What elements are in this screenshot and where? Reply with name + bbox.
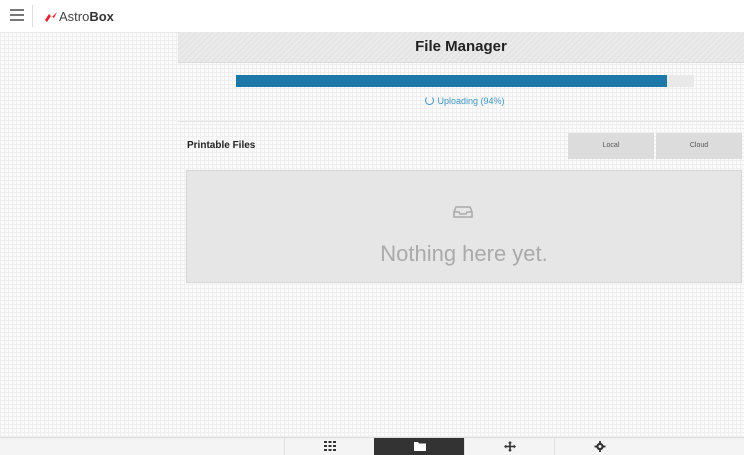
divider bbox=[32, 5, 33, 27]
move-icon bbox=[504, 441, 516, 452]
logo[interactable]: AstroBox bbox=[44, 9, 114, 24]
spinner-icon bbox=[425, 96, 435, 105]
nav-move-button[interactable] bbox=[464, 438, 554, 455]
upload-status-text: Uploading (94%) bbox=[437, 96, 505, 106]
nav-files-button[interactable] bbox=[374, 438, 464, 455]
upload-progress-fill bbox=[236, 75, 667, 87]
tray-icon bbox=[453, 205, 473, 218]
nav-settings-button[interactable] bbox=[554, 438, 644, 455]
printable-files-heading: Printable Files bbox=[187, 140, 256, 151]
bottom-nav bbox=[0, 437, 744, 455]
nav-grid-button[interactable] bbox=[284, 438, 374, 455]
section-divider bbox=[178, 121, 744, 122]
upload-progress-bar bbox=[236, 75, 694, 87]
top-bar: AstroBox bbox=[0, 0, 744, 33]
upload-status: Uploading (94%) bbox=[236, 96, 694, 106]
storage-tabs: Local Cloud bbox=[568, 133, 742, 159]
page-title: File Manager bbox=[415, 38, 507, 55]
astrobox-logo-icon bbox=[44, 12, 58, 22]
page-title-bar: File Manager bbox=[178, 32, 744, 63]
grid-icon bbox=[324, 441, 336, 451]
empty-files-panel: Nothing here yet. bbox=[186, 170, 742, 283]
folder-icon bbox=[414, 442, 426, 451]
gear-icon bbox=[594, 441, 606, 452]
tab-cloud[interactable]: Cloud bbox=[656, 133, 742, 159]
brand-name-light: Astro bbox=[59, 9, 90, 24]
hamburger-icon[interactable] bbox=[10, 9, 24, 21]
empty-message: Nothing here yet. bbox=[380, 241, 548, 266]
brand-name-bold: Box bbox=[89, 9, 114, 24]
tab-local[interactable]: Local bbox=[568, 133, 654, 159]
